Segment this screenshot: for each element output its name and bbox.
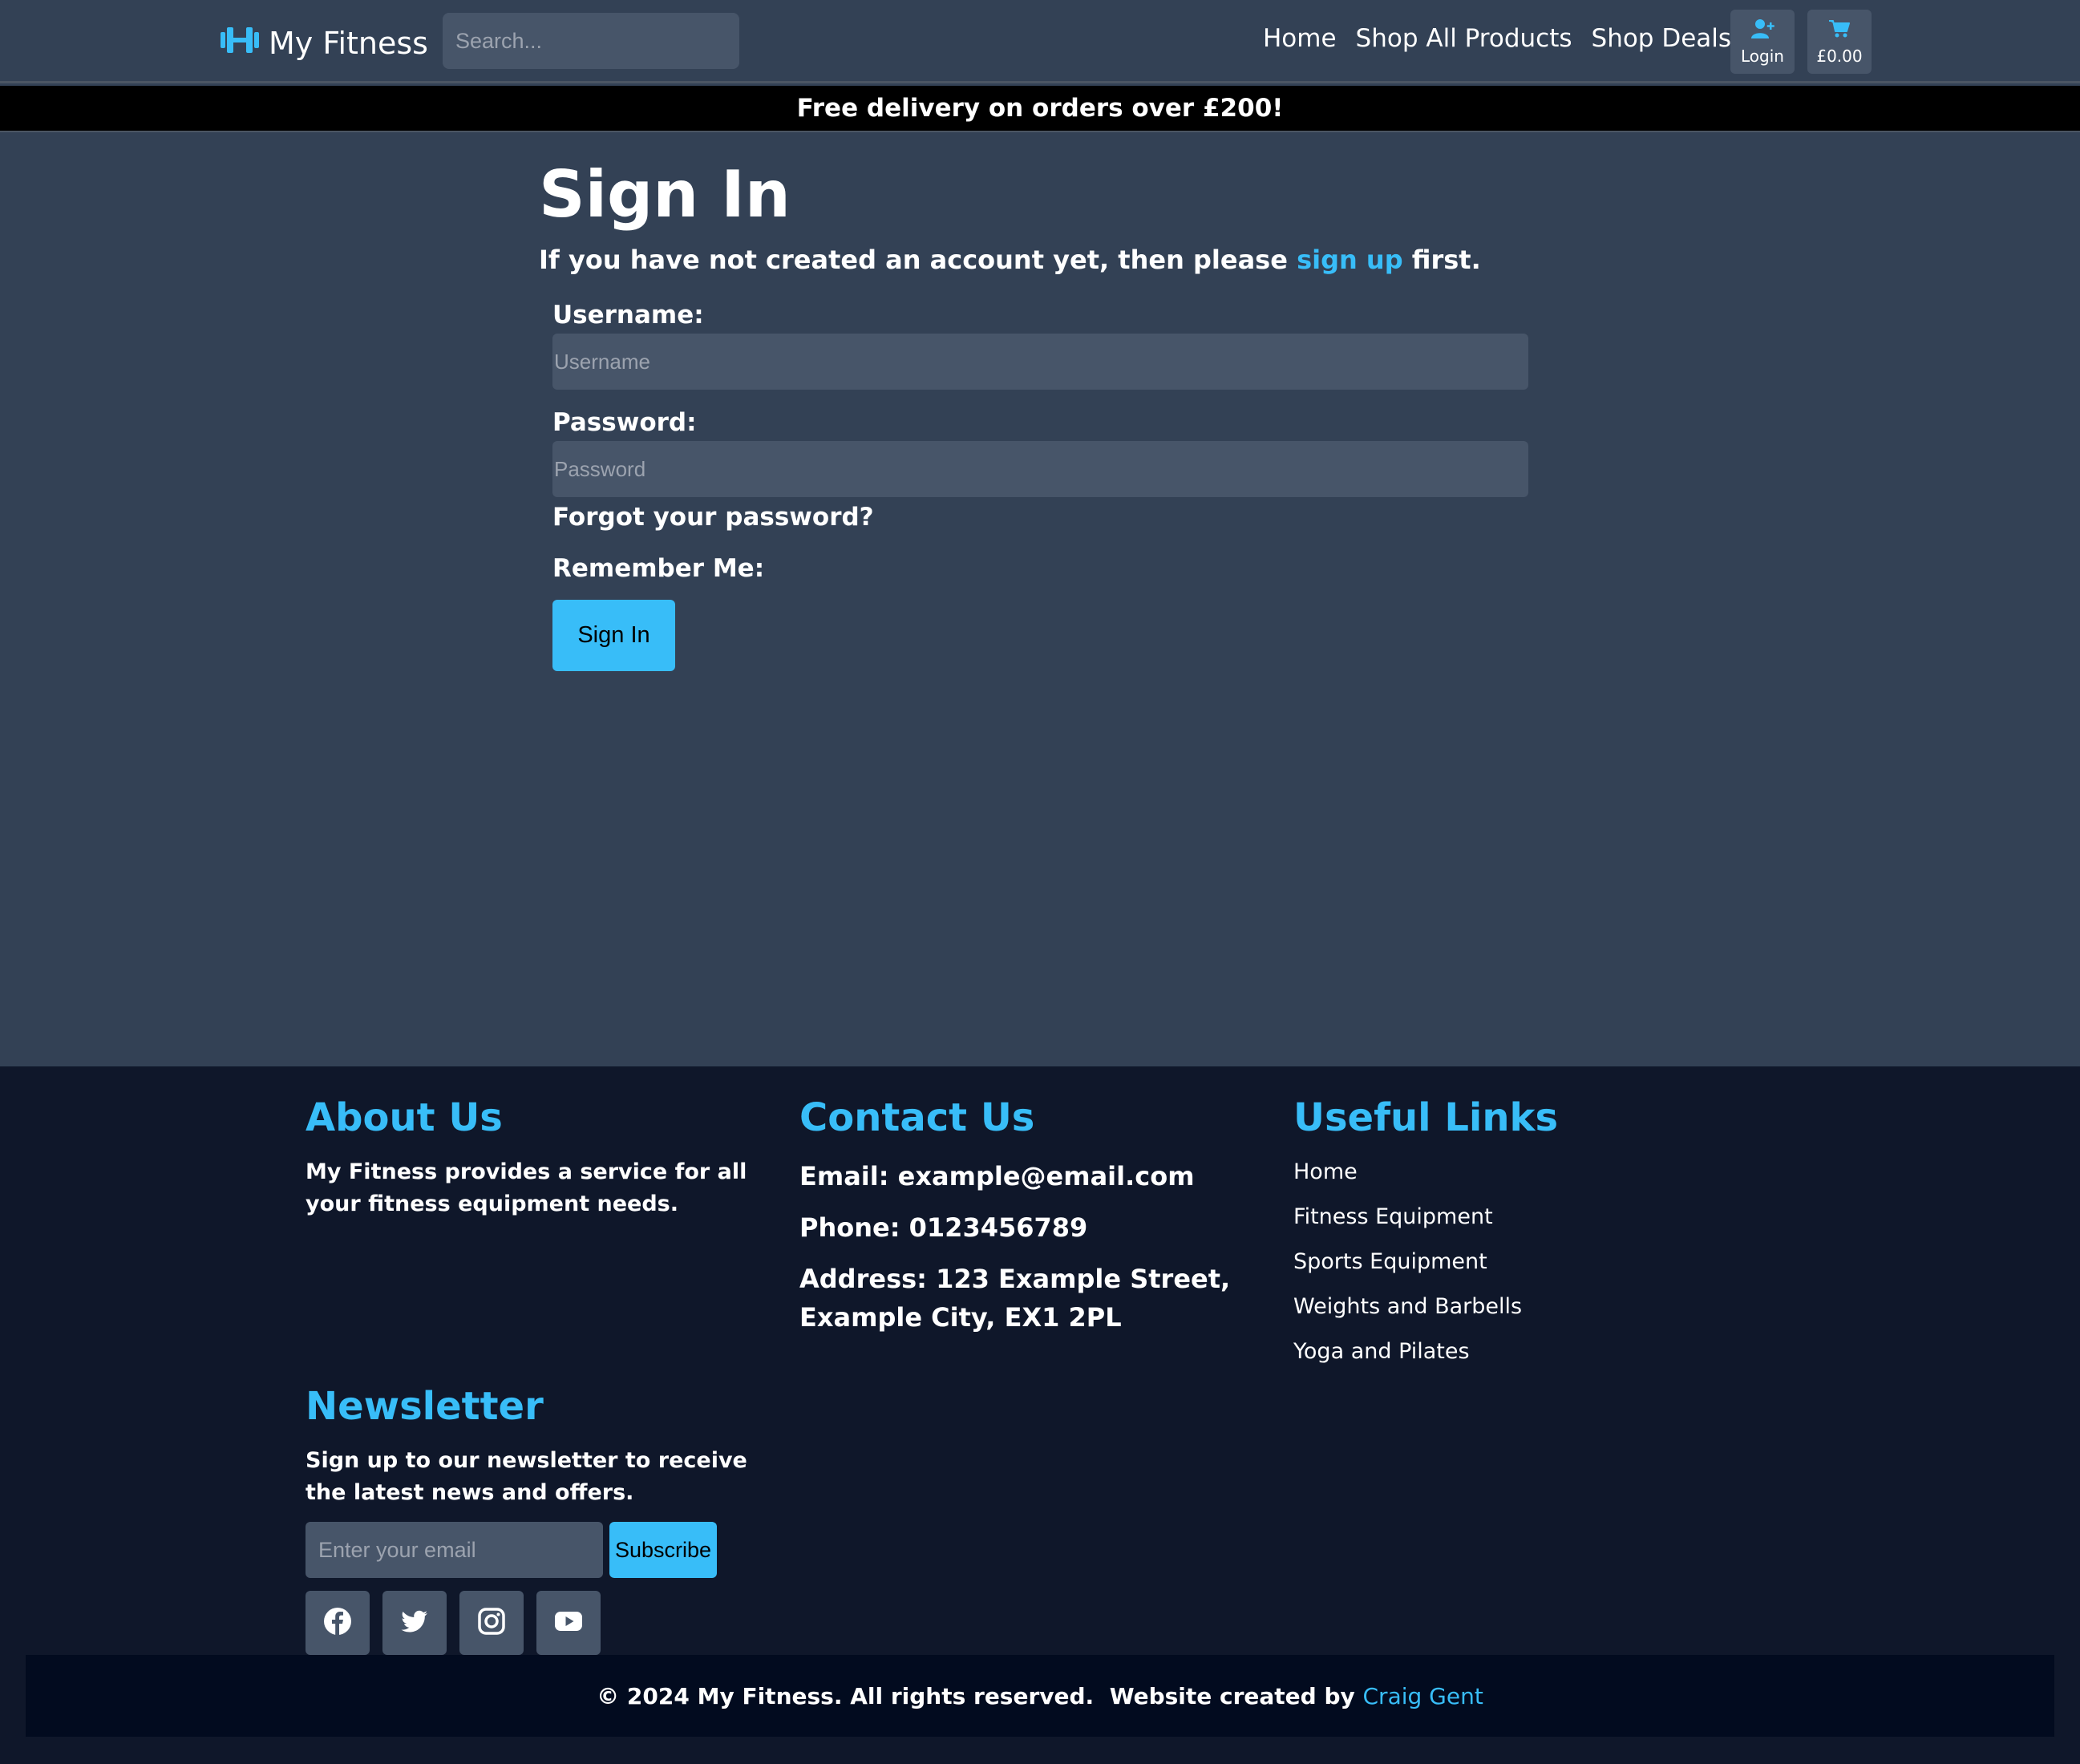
useful-links-heading: Useful Links [1293,1095,1559,1140]
dumbbell-icon [219,24,261,63]
sign-up-link[interactable]: sign up [1297,245,1403,275]
cart-button[interactable]: £0.00 [1807,10,1872,74]
footer-link-sports-equipment[interactable]: Sports Equipment [1293,1249,1487,1274]
facebook-icon [322,1606,353,1640]
author-link[interactable]: Craig Gent [1363,1683,1483,1709]
username-label: Username: [552,301,704,330]
youtube-icon [553,1606,584,1640]
intro-text-end: first. [1402,245,1481,275]
login-label: Login [1741,46,1784,66]
youtube-button[interactable] [536,1591,601,1655]
newsletter-heading: Newsletter [306,1384,544,1429]
twitter-button[interactable] [382,1591,447,1655]
nav-links: Home Shop All Products Shop Deals [1263,24,1731,61]
brand-logo[interactable]: My Fitness [219,21,428,66]
about-heading: About Us [306,1095,503,1140]
nav-shop-all-products[interactable]: Shop All Products [1356,24,1572,61]
password-label: Password: [552,408,697,437]
footer-link-weights-and-barbells[interactable]: Weights and Barbells [1293,1294,1522,1319]
contact-email: Email: example@email.com [799,1161,1195,1192]
sign-in-button[interactable]: Sign In [552,600,675,671]
navbar: My Fitness Home Shop All Products Shop D… [0,0,2080,83]
remember-me-label[interactable]: Remember Me: [552,554,764,583]
contact-heading: Contact Us [799,1095,1035,1140]
instagram-icon [476,1606,507,1640]
nav-shop-deals[interactable]: Shop Deals [1592,24,1732,61]
copyright-text: © 2024 My Fitness. All rights reserved. … [597,1682,1363,1709]
cart-icon [1827,18,1851,43]
footer-link-home[interactable]: Home [1293,1159,1358,1184]
username-input[interactable] [552,334,1528,390]
copyright-bar: © 2024 My Fitness. All rights reserved. … [26,1655,2054,1737]
forgot-password-link[interactable]: Forgot your password? [552,503,874,532]
newsletter-text: Sign up to our newsletter to receive the… [306,1448,747,1505]
page-title: Sign In [539,157,791,232]
search-input[interactable] [443,13,739,69]
subscribe-button[interactable]: Subscribe [609,1522,717,1578]
brand-name: My Fitness [269,26,428,61]
footer-link-fitness-equipment[interactable]: Fitness Equipment [1293,1204,1493,1229]
login-button[interactable]: Login [1730,10,1795,74]
password-input[interactable] [552,441,1528,497]
facebook-button[interactable] [306,1591,370,1655]
promo-banner: Free delivery on orders over £200! [0,86,2080,132]
intro-text: If you have not created an account yet, … [539,245,1297,275]
twitter-icon [399,1606,430,1640]
cart-total: £0.00 [1816,46,1863,66]
newsletter-email-input[interactable] [306,1522,603,1578]
footer-link-yoga-and-pilates[interactable]: Yoga and Pilates [1293,1339,1470,1364]
contact-address: Address: 123 Example Street, Example Cit… [799,1264,1231,1333]
about-text: My Fitness provides a service for all yo… [306,1159,747,1216]
instagram-button[interactable] [459,1591,524,1655]
signup-prompt: If you have not created an account yet, … [539,245,1481,275]
promo-text: Free delivery on orders over £200! [796,94,1284,123]
user-plus-icon [1750,18,1774,43]
contact-phone: Phone: 0123456789 [799,1212,1088,1243]
nav-home[interactable]: Home [1263,24,1337,61]
